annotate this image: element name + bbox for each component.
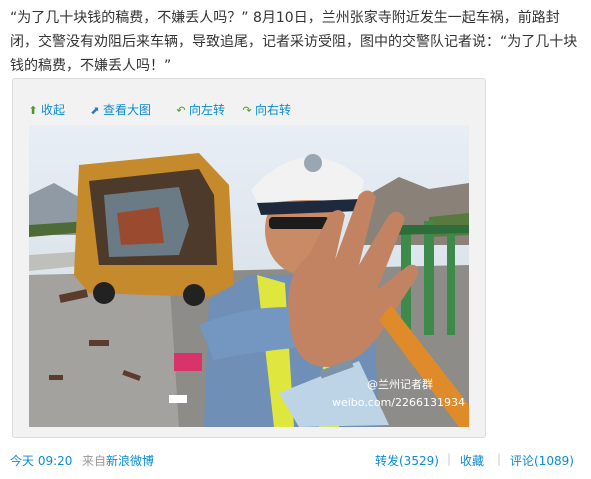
post-footer: 今天 09:20 来自 新浪微博 转发(3529) | 收藏 | 评论(1089… <box>10 452 582 470</box>
post-text: “为了几十块钱的稿费，不嫌丢人吗？” 8月10日，兰州张家寺附近发生一起车祸，前… <box>10 6 582 78</box>
post-time[interactable]: 今天 09:20 <box>10 452 72 469</box>
enlarge-icon: ⬈ <box>90 104 100 117</box>
source-prefix: 来自 <box>82 454 107 468</box>
watermark-handle: @兰州记者群 <box>367 377 433 391</box>
rotate-right-button[interactable]: ↷ 向右转 <box>241 101 291 118</box>
rotate-left-label: 向左转 <box>189 103 226 117</box>
repost-link[interactable]: 转发(3529) <box>375 452 439 469</box>
rotate-right-icon: ↷ <box>242 104 252 117</box>
view-large-button[interactable]: ⬈ 查看大图 <box>89 101 151 118</box>
accident-scene-illustration: @兰州记者群 weibo.com/2266131934 <box>29 125 469 427</box>
collapse-label: 收起 <box>41 103 66 117</box>
footer-separator: | <box>497 452 502 466</box>
arrow-up-icon: ⬆ <box>28 104 38 117</box>
footer-separator: | <box>447 452 452 466</box>
comment-link[interactable]: 评论(1089) <box>510 452 574 469</box>
watermark-url: weibo.com/2266131934 <box>332 396 465 409</box>
post-photo[interactable]: @兰州记者群 weibo.com/2266131934 <box>29 125 469 427</box>
post-date: 8月10日， <box>252 10 322 26</box>
source-link[interactable]: 新浪微博 <box>106 452 154 469</box>
rotate-left-icon: ↶ <box>176 104 186 117</box>
post-quote-open: “为了几十块钱的稿费，不嫌丢人吗？” <box>10 10 249 26</box>
collapse-button[interactable]: ⬆ 收起 <box>27 101 65 118</box>
view-large-label: 查看大图 <box>103 103 152 117</box>
favorite-link[interactable]: 收藏 <box>460 452 484 469</box>
media-card: ⬆ 收起 ⬈ 查看大图 ↶ 向左转 ↷ 向右转 @兰州记者群 weibo.com… <box>12 78 486 438</box>
rotate-left-button[interactable]: ↶ 向左转 <box>175 101 225 118</box>
rotate-right-label: 向右转 <box>255 103 292 117</box>
